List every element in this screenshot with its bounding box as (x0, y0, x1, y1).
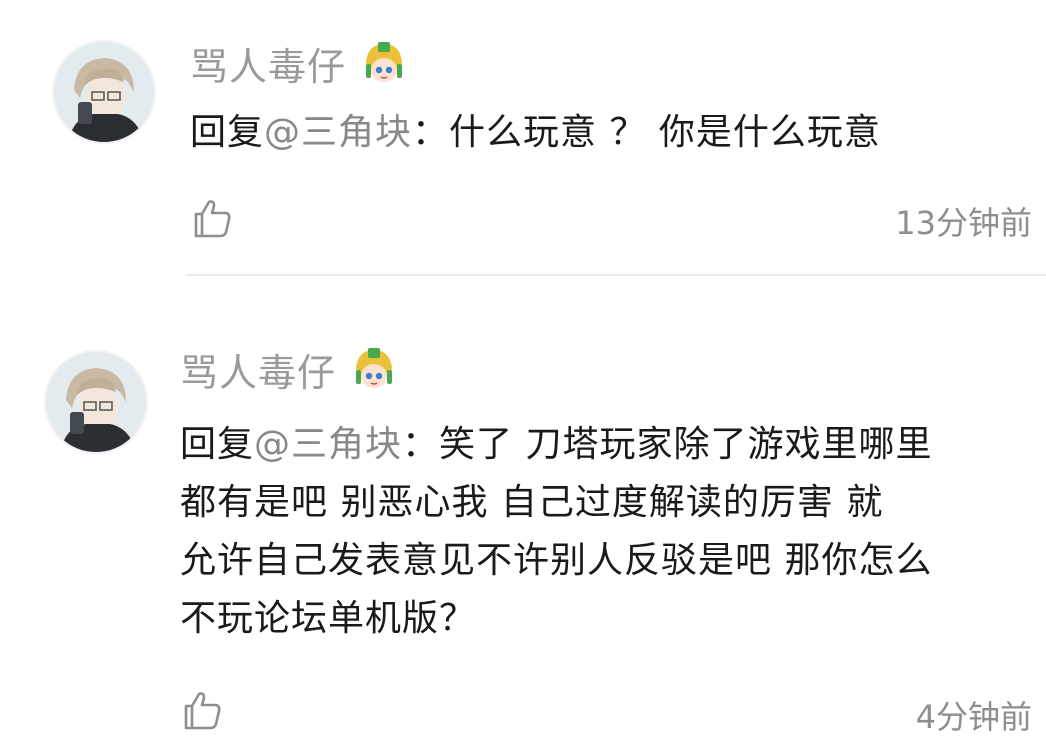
anime-girl-badge-icon (360, 40, 408, 88)
mention-link[interactable]: @三角块 (254, 424, 402, 465)
username[interactable]: 骂人毒仔 (180, 342, 336, 397)
timestamp: 13分钟前 (895, 204, 1032, 242)
reply-prefix: 回复 (180, 424, 255, 465)
comment-item: 骂人毒仔 回复@三角块：什么玩意 ？ 你是什么玩意 13分钟前 (0, 0, 1046, 276)
avatar-image (46, 352, 146, 452)
reply-line: 回复@三角块：笑了 刀塔玩家除了游戏里哪里 (180, 416, 1040, 474)
username-row: 骂人毒仔 (190, 36, 408, 91)
reply-text: 回复@三角块：什么玩意 ？ 你是什么玩意 (190, 104, 1020, 162)
reply-colon: ： (412, 112, 450, 153)
reply-body-line-3: 允许自己发表意见不许别人反驳是吧 那你怎么 (180, 540, 933, 581)
reply-body-line-1: 笑了 刀塔玩家除了游戏里哪里 (439, 424, 933, 465)
comment-item: 骂人毒仔 回复@三角块：笑了 刀塔玩家除了游戏里哪里 都有是吧 别恶心我 自己过… (0, 276, 1046, 736)
reply-body-line-4: 不玩论坛单机版？ (180, 598, 477, 639)
anime-girl-badge-icon (350, 346, 398, 394)
reply-body: 什么玩意 ？ 你是什么玩意 (449, 112, 881, 153)
reply-body-line-2: 都有是吧 别恶心我 自己过度解读的厉害 就 (180, 482, 884, 523)
reply-text: 回复@三角块：笑了 刀塔玩家除了游戏里哪里 都有是吧 别恶心我 自己过度解读的厉… (180, 416, 1040, 648)
thumbs-up-icon[interactable] (180, 688, 224, 732)
avatar[interactable] (44, 350, 148, 454)
timestamp: 4分钟前 (915, 698, 1032, 736)
reply-colon: ： (402, 424, 440, 465)
username-row: 骂人毒仔 (180, 342, 398, 397)
thumbs-up-icon[interactable] (190, 196, 234, 240)
avatar-image (54, 42, 154, 142)
mention-link[interactable]: @三角块 (264, 112, 412, 153)
reply-prefix: 回复 (190, 112, 265, 153)
username[interactable]: 骂人毒仔 (190, 36, 346, 91)
avatar[interactable] (52, 40, 156, 144)
